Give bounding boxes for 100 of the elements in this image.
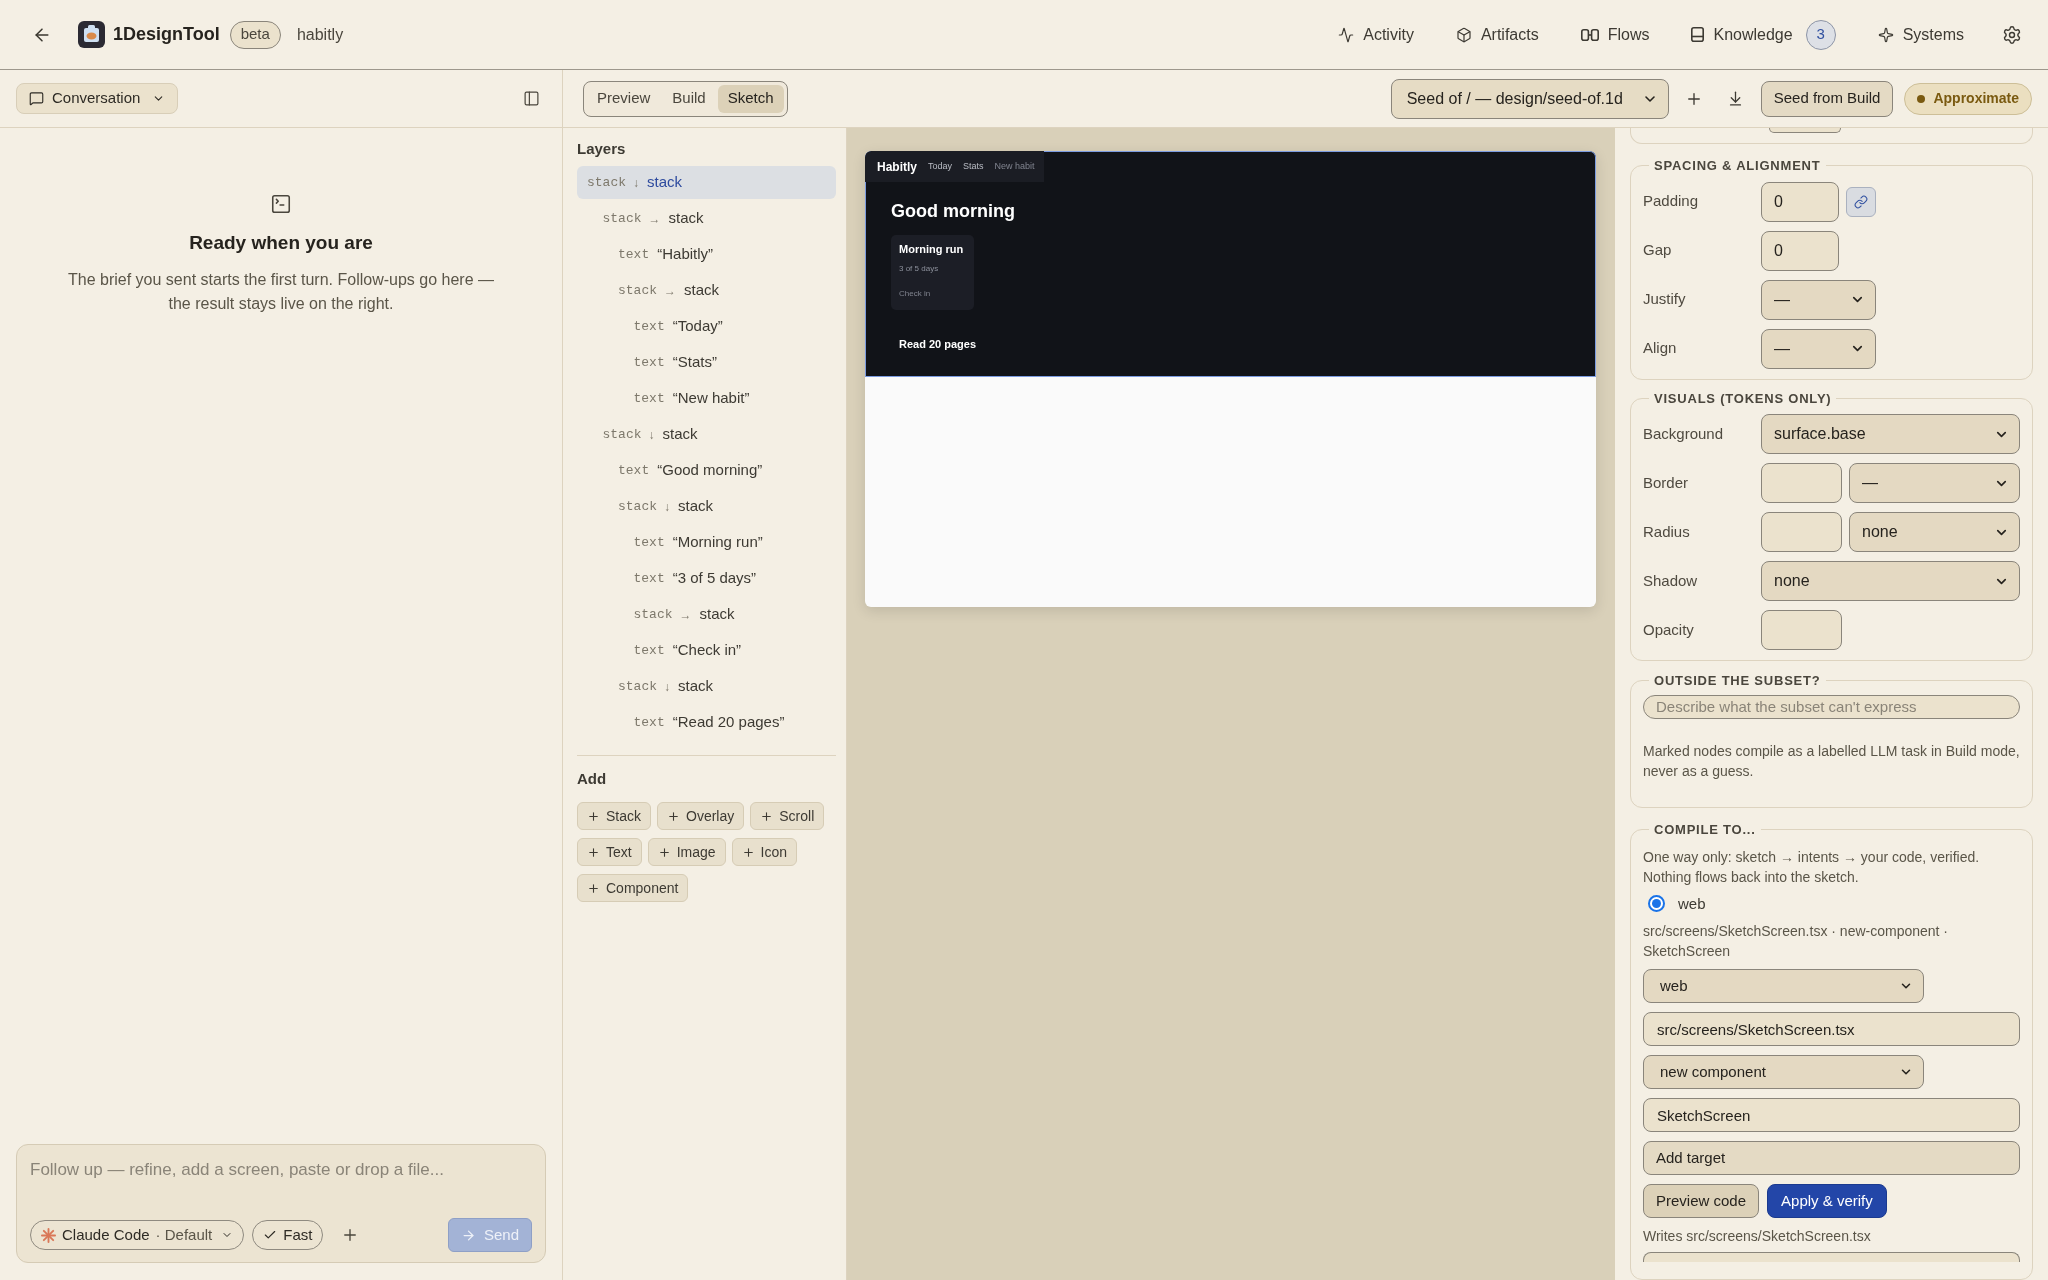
agent-selector[interactable]: Claude Code · Default	[30, 1220, 245, 1250]
conversation-menu[interactable]: Conversation	[16, 83, 179, 114]
layer-row[interactable]: text “Today”	[577, 310, 836, 343]
section-title: SPACING & ALIGNMENT	[1653, 157, 1822, 175]
layer-row[interactable]: text “Good morning”	[577, 454, 836, 487]
preview-nav-link: Today	[928, 159, 953, 173]
number-field[interactable]: 0	[1761, 230, 1839, 271]
select-field[interactable]: none	[1849, 512, 2020, 552]
view-tab[interactable]: Preview	[587, 84, 661, 113]
plus-icon	[587, 809, 600, 823]
add-layer-button[interactable]: Overlay	[657, 802, 745, 830]
plus-icon	[587, 881, 600, 895]
path-field[interactable]: src/screens/SketchScreen.tsx	[1643, 1012, 2020, 1046]
select-field[interactable]: —	[1761, 279, 1876, 320]
preview-card-title: Morning run	[899, 242, 964, 256]
preview-nav-link: Stats	[963, 159, 984, 173]
linked-squares-icon	[1580, 28, 1599, 41]
input-field	[1769, 128, 1841, 133]
layer-row[interactable]: stack → stack	[577, 598, 836, 631]
nav-link[interactable]: Knowledge 3	[1691, 19, 1836, 50]
add-layer-button[interactable]: Stack	[577, 802, 651, 830]
add-layer-button[interactable]: Image	[647, 838, 726, 866]
layer-row[interactable]: stack ↓ stack	[577, 490, 836, 523]
layer-row[interactable]: text “3 of 5 days”	[577, 562, 836, 595]
section-title: COMPILE TO...	[1653, 821, 1757, 839]
sidebar-icon	[523, 90, 540, 107]
layer-row[interactable]: text “Stats”	[577, 346, 836, 379]
preview-card-action: Check in	[899, 289, 931, 299]
layer-row[interactable]: stack → stack	[577, 274, 836, 307]
number-field[interactable]	[1761, 512, 1842, 552]
subset-note: Marked nodes compile as a labelled LLM task in Build mode, never as a guess.	[1643, 742, 2020, 781]
terminal-icon	[270, 193, 292, 215]
plus-icon	[587, 845, 600, 859]
add-target-button[interactable]: Add target	[1643, 1141, 2020, 1175]
drawer-icon	[1691, 27, 1705, 42]
component-name-field[interactable]: SketchScreen	[1643, 1098, 2020, 1132]
cube-icon	[1455, 26, 1472, 43]
layer-row[interactable]: text “Habitly”	[577, 238, 836, 271]
mode-select[interactable]: new component	[1643, 1055, 1924, 1089]
number-field[interactable]	[1761, 610, 1842, 650]
view-tab[interactable]: Build	[662, 84, 716, 113]
layer-row[interactable]: stack ↓ stack	[577, 418, 836, 451]
platform-select[interactable]: web	[1643, 969, 1924, 1003]
select-field[interactable]: —	[1849, 463, 2020, 503]
radio-button[interactable]	[1648, 895, 1665, 913]
preview-code-button[interactable]: Preview code	[1643, 1184, 1760, 1218]
layer-row[interactable]: stack → stack	[577, 202, 836, 235]
select-field[interactable]: —	[1761, 328, 1876, 369]
subset-input[interactable]: Describe what the subset can't express	[1643, 694, 2020, 719]
apply-verify-button[interactable]: Apply & verify	[1767, 1184, 1887, 1218]
field-label: Radius	[1643, 521, 1691, 542]
preview-heading: Good morning	[891, 200, 1015, 222]
preview-card-detail: 3 of 5 days	[899, 264, 939, 274]
check-icon	[263, 1228, 278, 1242]
number-field[interactable]	[1761, 463, 1842, 503]
number-field[interactable]: 0	[1761, 181, 1839, 222]
add-layer-button[interactable]: Component	[577, 874, 689, 902]
link-toggle[interactable]	[1846, 186, 1876, 217]
add-layer-button[interactable]: Icon	[731, 838, 798, 866]
field-label: Border	[1643, 472, 1690, 493]
layer-row[interactable]: stack ↓ stack	[577, 670, 836, 703]
status-badge: Approximate	[1904, 82, 2032, 115]
layer-row[interactable]: text “Read 20 pages”	[577, 706, 836, 739]
sparkle-icon	[1877, 26, 1894, 43]
layer-row[interactable]: text “Morning run”	[577, 526, 836, 559]
settings-icon	[2002, 24, 2022, 45]
nav-link[interactable]: Systems	[1877, 22, 1964, 47]
nav-link[interactable]: Flows	[1580, 22, 1650, 47]
field-label: Gap	[1643, 240, 1673, 261]
nav-link[interactable]: Activity	[1338, 22, 1414, 47]
preview-item: Read 20 pages	[899, 337, 977, 352]
select-field[interactable]: surface.base	[1761, 414, 2020, 454]
panel-title: Add	[577, 769, 608, 788]
nav-link[interactable]: Artifacts	[1455, 22, 1539, 47]
sidebar-toggle-button[interactable]	[523, 90, 540, 107]
plus-icon	[657, 845, 671, 859]
preview-nav-link: New habit	[994, 159, 1035, 173]
starburst-icon	[41, 1227, 56, 1243]
product-name: 1DesignTool	[113, 23, 220, 46]
seed-select[interactable]: Seed of / — design/seed-of.1d	[1390, 78, 1669, 119]
empty-state-title: Ready when you are	[189, 231, 373, 255]
arrow-right-icon	[460, 1227, 476, 1243]
chat-bubble-icon	[29, 91, 44, 106]
activity-icon	[1338, 26, 1355, 43]
layer-row[interactable]: text “New habit”	[577, 382, 836, 415]
settings-button[interactable]	[2002, 24, 2022, 45]
add-layer-button[interactable]: Text	[577, 838, 642, 866]
panel-title: Layers	[577, 139, 627, 158]
selected-stack[interactable]: Habitly Today Stats New habit Good morning Morning run 3 of 5 days Check in Read 20 pages	[865, 151, 1596, 377]
layer-row[interactable]: text “Check in”	[577, 634, 836, 667]
select-field[interactable]: none	[1761, 561, 2020, 601]
radio-label: web	[1678, 893, 1706, 914]
compile-intro: One way only: sketch → intents → your code, verified. Nothing flows back into the sketch.	[1643, 847, 1981, 887]
add-layer-button[interactable]: Scroll	[750, 802, 825, 830]
seed-from-build-button[interactable]: Seed from Build	[1760, 80, 1894, 117]
link-icon	[1854, 194, 1868, 209]
layer-row[interactable]: stack ↓ stack	[577, 166, 836, 199]
field-label: Opacity	[1643, 619, 1695, 640]
field-label: Shadow	[1643, 570, 1699, 591]
view-tab[interactable]: Sketch	[717, 84, 784, 113]
